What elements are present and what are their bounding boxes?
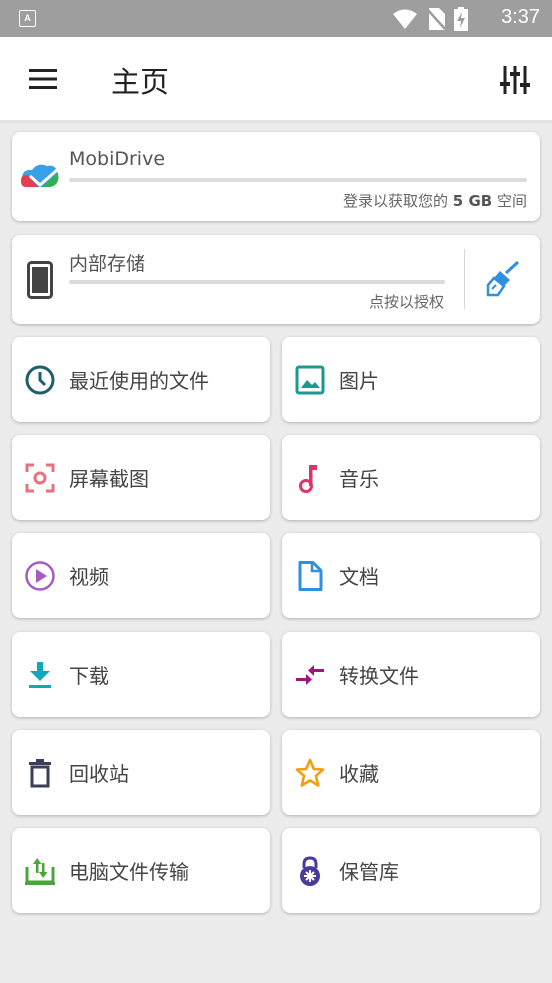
tile-label: 最近使用的文件 xyxy=(69,369,209,393)
tile-label: 视频 xyxy=(69,565,109,589)
tile-label: 文档 xyxy=(339,565,379,589)
music-note-icon xyxy=(299,465,317,493)
internal-storage-name: 内部存储 xyxy=(69,253,146,275)
settings-sliders-icon[interactable] xyxy=(500,65,530,95)
mobidrive-card[interactable]: MobiDrive 登录以获取您的 5 GB 空间 xyxy=(12,132,540,221)
tile-label: 回收站 xyxy=(69,762,129,786)
divider xyxy=(464,249,465,309)
screenshot-icon xyxy=(25,463,55,493)
tile-label: 电脑文件传输 xyxy=(69,860,189,884)
pc-transfer-icon xyxy=(25,858,55,885)
mobidrive-hint: 登录以获取您的 5 GB 空间 xyxy=(343,192,527,210)
image-icon xyxy=(295,365,325,395)
no-sim-icon xyxy=(426,8,446,30)
star-icon xyxy=(295,758,325,787)
mobidrive-name: MobiDrive xyxy=(69,148,166,170)
tile-images[interactable]: 图片 xyxy=(282,337,540,422)
tile-convert-files[interactable]: 转换文件 xyxy=(282,632,540,717)
play-icon xyxy=(25,561,55,591)
wifi-icon xyxy=(393,9,417,29)
menu-icon[interactable] xyxy=(29,68,57,90)
clock-icon xyxy=(25,365,55,395)
tile-documents[interactable]: 文档 xyxy=(282,533,540,618)
tile-pc-file-transfer[interactable]: 电脑文件传输 xyxy=(12,828,270,913)
status-bar: A 3:37 xyxy=(0,0,552,37)
tile-music[interactable]: 音乐 xyxy=(282,435,540,520)
tile-label: 图片 xyxy=(339,369,379,393)
download-icon xyxy=(29,662,51,688)
trash-icon xyxy=(29,759,51,788)
mobidrive-usage-bar xyxy=(69,178,527,182)
internal-storage-card[interactable]: 内部存储 点按以授权 xyxy=(12,235,540,324)
app-bar: 主页 xyxy=(0,37,552,123)
clock-time: 3:37 xyxy=(501,6,540,28)
tile-recycle-bin[interactable]: 回收站 xyxy=(12,730,270,815)
document-icon xyxy=(298,561,323,591)
tile-label: 转换文件 xyxy=(339,664,419,688)
tile-recent-files[interactable]: 最近使用的文件 xyxy=(12,337,270,422)
tile-label: 下载 xyxy=(69,664,109,688)
tile-label: 保管库 xyxy=(339,860,399,884)
internal-storage-hint: 点按以授权 xyxy=(368,293,444,311)
phone-icon xyxy=(27,261,53,299)
mobidrive-logo-icon xyxy=(21,164,59,188)
internal-usage-bar xyxy=(69,280,445,284)
tile-favorites[interactable]: 收藏 xyxy=(282,730,540,815)
battery-charging-icon xyxy=(454,7,468,31)
broom-clean-icon[interactable] xyxy=(486,261,520,297)
tile-label: 收藏 xyxy=(339,762,379,786)
tile-videos[interactable]: 视频 xyxy=(12,533,270,618)
tile-label: 音乐 xyxy=(339,467,379,491)
notification-icon: A xyxy=(19,10,36,27)
tile-vault[interactable]: 保管库 xyxy=(282,828,540,913)
convert-icon xyxy=(296,665,324,685)
tile-screenshots[interactable]: 屏幕截图 xyxy=(12,435,270,520)
tile-label: 屏幕截图 xyxy=(69,467,149,491)
tile-downloads[interactable]: 下载 xyxy=(12,632,270,717)
lock-icon xyxy=(300,856,320,886)
page-title: 主页 xyxy=(111,65,170,99)
